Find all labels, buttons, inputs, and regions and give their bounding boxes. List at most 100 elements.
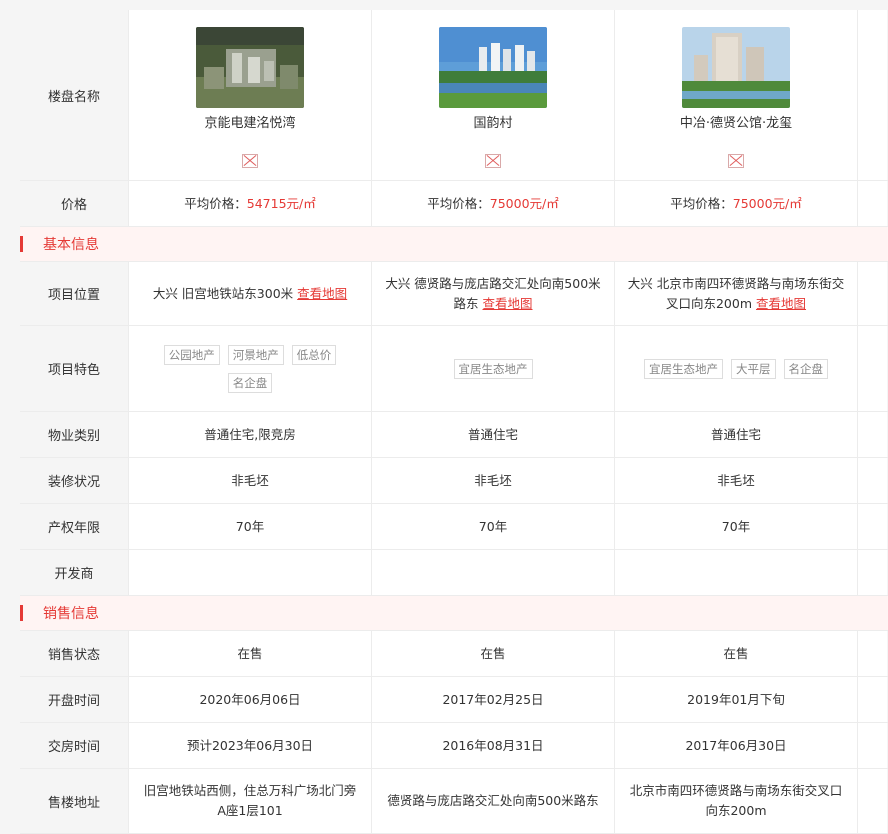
label-delivery-time: 交房时间 [20, 723, 128, 768]
next-column-stub [857, 677, 887, 722]
label-decoration: 装修状况 [20, 458, 128, 503]
decoration-3: 非毛坯 [614, 458, 857, 503]
property-card-2[interactable]: 国韵村 [371, 10, 614, 180]
location-text-3: 大兴 北京市南四环德贤路与南场东街交叉口向东200m [627, 275, 845, 311]
features-cell-3: 宜居生态地产 大平层 名企盘 [614, 326, 857, 411]
label-developer: 开发商 [20, 550, 128, 595]
view-map-link-3[interactable]: 查看地图 [756, 296, 806, 311]
next-column-stub [857, 458, 887, 503]
developer-2 [371, 550, 614, 595]
open-time-1: 2020年06月06日 [128, 677, 371, 722]
term-2: 70年 [371, 504, 614, 549]
delivery-time-2: 2016年08月31日 [371, 723, 614, 768]
open-time-2: 2017年02月25日 [371, 677, 614, 722]
property-name-2[interactable]: 国韵村 [473, 114, 512, 134]
section-title-basic: 基本信息 [43, 237, 99, 253]
broken-image-icon [485, 153, 501, 168]
sale-status-1: 在售 [128, 631, 371, 676]
row-sales-address: 售楼地址 旧宫地铁站西侧，住总万科广场北门旁A座1层101 德贤路与庞店路交汇处… [20, 769, 888, 834]
next-column-stub [857, 550, 887, 595]
developer-3 [614, 550, 857, 595]
feature-tag: 大平层 [731, 358, 776, 379]
property-name-1[interactable]: 京能电建洺悦湾 [204, 114, 295, 134]
feature-tag: 宜居生态地产 [644, 358, 723, 379]
next-column-stub [857, 326, 887, 411]
price-prefix: 平均价格： [427, 195, 490, 211]
row-term: 产权年限 70年 70年 70年 [20, 504, 888, 550]
term-3: 70年 [614, 504, 857, 549]
row-delivery-time: 交房时间 预计2023年06月30日 2016年08月31日 2017年06月3… [20, 723, 888, 769]
property-photo-3[interactable] [682, 26, 790, 108]
property-photo-2[interactable] [439, 26, 547, 108]
sale-status-3: 在售 [614, 631, 857, 676]
section-sales-info: 销售信息 [20, 596, 888, 631]
row-open-time: 开盘时间 2020年06月06日 2017年02月25日 2019年01月下旬 [20, 677, 888, 723]
term-1: 70年 [128, 504, 371, 549]
next-column-stub [857, 181, 887, 226]
label-property-type: 物业类别 [20, 412, 128, 457]
compare-table: 楼盘名称 京能电建洺悦湾 国韵村 中冶·德贤公馆·龙玺 价格 平均价格： 547… [20, 10, 888, 834]
location-text-1: 大兴 旧宫地铁站东300米 [152, 285, 294, 301]
feature-tag: 宜居生态地产 [453, 358, 533, 379]
label-name: 楼盘名称 [20, 10, 128, 180]
price-value-2: 75000元/㎡ [489, 195, 559, 211]
label-term: 产权年限 [20, 504, 128, 549]
feature-tag: 河景地产 [227, 344, 284, 365]
label-location: 项目位置 [20, 262, 128, 325]
price-cell-1: 平均价格： 54715元/㎡ [128, 181, 371, 226]
section-title-sales: 销售信息 [43, 606, 99, 622]
price-cell-3: 平均价格： 75000元/㎡ [614, 181, 857, 226]
row-features: 项目特色 公园地产 河景地产 低总价 名企盘 宜居生态地产 宜居生态地产 大平层… [20, 326, 888, 412]
features-cell-1: 公园地产 河景地产 低总价 名企盘 [128, 326, 371, 411]
row-price: 价格 平均价格： 54715元/㎡ 平均价格： 75000元/㎡ 平均价格： 7500… [20, 181, 888, 227]
label-open-time: 开盘时间 [20, 677, 128, 722]
broken-image-icon [242, 153, 258, 168]
property-type-3: 普通住宅 [614, 412, 857, 457]
sale-status-2: 在售 [371, 631, 614, 676]
next-column-stub [857, 631, 887, 676]
location-cell-2: 大兴 德贤路与庞店路交汇处向南500米路东 查看地图 [371, 262, 614, 325]
row-decoration: 装修状况 非毛坯 非毛坯 非毛坯 [20, 458, 888, 504]
section-basic-info: 基本信息 [20, 227, 888, 262]
next-column-stub [857, 412, 887, 457]
row-property-type: 物业类别 普通住宅,限竞房 普通住宅 普通住宅 [20, 412, 888, 458]
property-card-3[interactable]: 中冶·德贤公馆·龙玺 [614, 10, 857, 180]
price-prefix: 平均价格： [670, 195, 733, 211]
property-photo-1[interactable] [196, 26, 304, 108]
property-type-2: 普通住宅 [371, 412, 614, 457]
price-value-3: 75000元/㎡ [732, 195, 802, 211]
row-location: 项目位置 大兴 旧宫地铁站东300米 查看地图 大兴 德贤路与庞店路交汇处向南5… [20, 262, 888, 326]
label-features: 项目特色 [20, 326, 128, 411]
property-card-1[interactable]: 京能电建洺悦湾 [128, 10, 371, 180]
feature-tag: 名企盘 [783, 358, 828, 379]
sales-address-3: 北京市南四环德贤路与南场东街交叉口向东200m [614, 769, 857, 833]
sales-address-1: 旧宫地铁站西侧，住总万科广场北门旁A座1层101 [128, 769, 371, 833]
delivery-time-3: 2017年06月30日 [614, 723, 857, 768]
feature-tag: 低总价 [291, 344, 337, 365]
next-column-stub [857, 723, 887, 768]
open-time-3: 2019年01月下旬 [614, 677, 857, 722]
features-cell-2: 宜居生态地产 [371, 326, 614, 411]
next-column-stub [857, 769, 887, 833]
section-marker [20, 605, 23, 621]
label-sale-status: 销售状态 [20, 631, 128, 676]
price-value-1: 54715元/㎡ [246, 195, 316, 211]
view-map-link-2[interactable]: 查看地图 [482, 296, 532, 311]
property-name-3[interactable]: 中冶·德贤公馆·龙玺 [680, 114, 792, 134]
decoration-2: 非毛坯 [371, 458, 614, 503]
developer-1 [128, 550, 371, 595]
price-cell-2: 平均价格： 75000元/㎡ [371, 181, 614, 226]
broken-image-icon [728, 153, 744, 168]
next-column-stub [857, 504, 887, 549]
property-type-1: 普通住宅,限竞房 [128, 412, 371, 457]
next-column-stub [857, 262, 887, 325]
location-cell-1: 大兴 旧宫地铁站东300米 查看地图 [128, 262, 371, 325]
row-developer: 开发商 [20, 550, 888, 596]
sales-address-2: 德贤路与庞店路交汇处向南500米路东 [371, 769, 614, 833]
feature-tag: 名企盘 [227, 372, 273, 393]
view-map-link-1[interactable]: 查看地图 [297, 286, 347, 301]
row-sale-status: 销售状态 在售 在售 在售 [20, 631, 888, 677]
section-marker [20, 236, 23, 252]
feature-tag: 公园地产 [163, 344, 220, 365]
label-price: 价格 [20, 181, 128, 226]
